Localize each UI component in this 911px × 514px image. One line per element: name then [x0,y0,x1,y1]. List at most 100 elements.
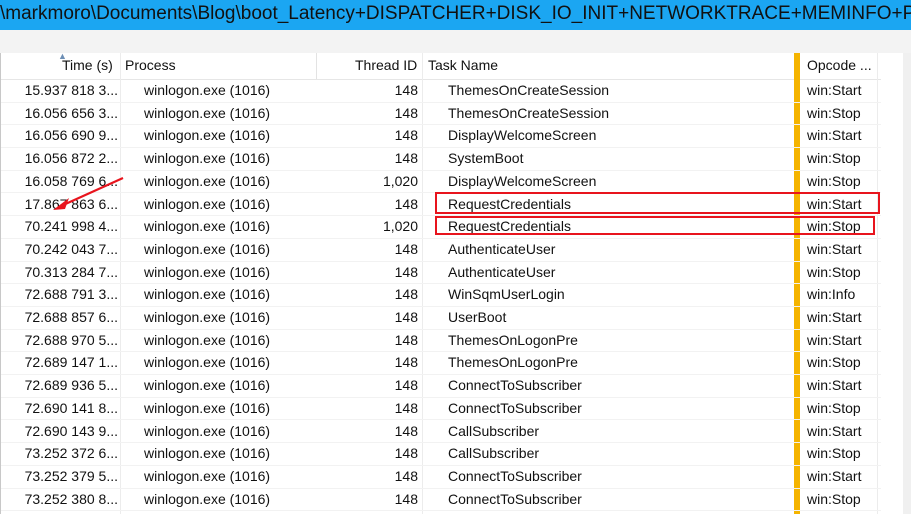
table-row[interactable]: 70.242 043 7... winlogon.exe (1016) 148 Aut… [1,238,881,262]
cell-time: 70.241 998 4... [24,218,118,235]
cell-opcode: win:Info [807,286,856,303]
table-row[interactable]: 72.689 147 1... winlogon.exe (1016) 148 The… [1,351,881,376]
column-header-task-name[interactable]: Task Name [428,57,498,73]
cell-time: 72.689 936 5... [24,377,118,394]
table-row[interactable]: 16.056 690 9... winlogon.exe (1016) 148 Dis… [1,124,881,149]
table-row[interactable]: 72.690 143 9... winlogon.exe (1016) 148 Cal… [1,420,881,444]
cell-task-name: WinSqmUserLogin [448,286,565,303]
events-table[interactable]: ▲ Time (s) Process Thread ID Task Name O… [0,51,911,514]
cell-process: winlogon.exe (1016) [144,82,271,98]
cell-task-name: SystemBoot [448,150,524,167]
cell-thread-id: 148 [394,490,418,507]
vertical-scrollbar[interactable] [903,53,911,514]
cell-thread-id: 148 [394,309,418,325]
cell-process: winlogon.exe (1016) [144,218,271,235]
cell-thread-id: 148 [394,286,418,303]
cell-thread-id: 148 [394,377,418,394]
cell-thread-id: 148 [394,150,418,167]
table-row[interactable]: 72.689 936 5... winlogon.exe (1016) 148 Con… [1,374,881,398]
cell-opcode: win:Start [807,127,862,144]
column-header-opcode[interactable]: Opcode ... [807,57,872,73]
cell-task-name: ConnectToSubscriber [448,399,582,416]
table-row[interactable]: 16.058 769 6... winlogon.exe (1016) 1,020 D… [1,170,881,194]
table-row[interactable]: 15.937 818 3... winlogon.exe (1016) 148 The… [1,79,881,103]
cell-opcode: win:Start [807,240,862,257]
annotation-arrow-icon [53,176,124,210]
cell-task-name: AuthenticateUser [448,240,556,257]
cell-task-name: ConnectToSubscriber [448,377,582,394]
cell-time: 72.690 141 8... [24,399,118,416]
cell-task-name: ConnectToSubscriber [448,490,582,507]
annotation-box-start [435,192,880,214]
cell-time: 73.252 380 8... [24,490,118,507]
cell-process: winlogon.exe (1016) [144,354,271,371]
cell-process: winlogon.exe (1016) [144,467,271,484]
cell-opcode: win:Start [807,82,862,98]
cell-opcode: win:Start [807,309,862,325]
cell-thread-id: 148 [394,422,418,439]
cell-task-name: ThemesOnCreateSession [448,82,610,98]
table-row[interactable]: 72.688 970 5... winlogon.exe (1016) 148 The… [1,329,881,353]
table-row[interactable]: 73.252 372 6... winlogon.exe (1016) 148 Cal… [1,442,881,466]
cell-task-name: DisplayWelcomeScreen [448,127,597,144]
cell-thread-id: 1,020 [382,218,418,235]
cell-opcode: win:Start [807,422,862,439]
window-title: \markmoro\Documents\Blog\boot_Latency+DI… [0,3,911,24]
table-row[interactable]: 72.688 791 3... winlogon.exe (1016) 148 Win… [1,283,881,307]
cell-task-name: ThemesOnLogonPre [448,354,578,371]
cell-time: 72.688 791 3... [24,286,118,303]
cell-time: 16.056 690 9... [24,127,118,144]
column-header-thread-id[interactable]: Thread ID [355,57,417,73]
cell-opcode: win:Stop [807,354,861,371]
cell-time: 70.313 284 7... [24,263,118,280]
cell-process: winlogon.exe (1016) [144,490,271,507]
cell-opcode: win:Stop [807,445,861,462]
cell-process: winlogon.exe (1016) [144,263,271,280]
window-title-bar: \markmoro\Documents\Blog\boot_Latency+DI… [0,0,911,30]
cell-task-name: DisplayWelcomeScreen [448,172,597,189]
table-row[interactable]: 70.313 284 7... winlogon.exe (1016) 148 Aut… [1,261,881,285]
table-row[interactable]: 73.252 380 8... winlogon.exe (1016) 148 Con… [1,488,881,512]
cell-time: 72.689 147 1... [24,354,118,371]
cell-thread-id: 1,020 [382,172,418,189]
table-row[interactable]: 73.252 379 5... winlogon.exe (1016) 148 Con… [1,465,881,489]
cell-process: winlogon.exe (1016) [144,422,271,439]
cell-thread-id: 148 [394,331,418,348]
cell-thread-id: 148 [394,399,418,416]
column-header-process[interactable]: Process [125,57,176,73]
cell-thread-id: 148 [394,467,418,484]
table-header: ▲ Time (s) Process Thread ID Task Name O… [1,51,881,80]
annotation-box-stop [435,216,875,235]
column-header-time[interactable]: Time (s) [62,57,113,73]
table-row[interactable]: 72.690 141 8... winlogon.exe (1016) 148 Con… [1,397,881,421]
cell-opcode: win:Stop [807,263,861,280]
cell-process: winlogon.exe (1016) [144,127,271,144]
cell-process: winlogon.exe (1016) [144,172,271,189]
cell-task-name: ThemesOnLogonPre [448,331,578,348]
table-row[interactable]: 16.056 656 3... winlogon.exe (1016) 148 The… [1,102,881,126]
cell-process: winlogon.exe (1016) [144,445,271,462]
cell-process: winlogon.exe (1016) [144,331,271,348]
cell-task-name: CallSubscriber [448,445,540,462]
table-row[interactable]: 72.688 857 6... winlogon.exe (1016) 148 Use… [1,306,881,330]
cell-process: winlogon.exe (1016) [144,104,271,121]
cell-opcode: win:Stop [807,172,861,189]
cell-time: 73.252 372 6... [24,445,118,462]
column-divider[interactable] [316,53,317,79]
table-row[interactable]: 16.056 872 2... winlogon.exe (1016) 148 Sys… [1,147,881,171]
cell-time: 16.056 656 3... [24,104,118,121]
cell-time: 15.937 818 3... [24,82,118,98]
cell-thread-id: 148 [394,104,418,121]
cell-task-name: ConnectToSubscriber [448,467,582,484]
cell-thread-id: 148 [394,354,418,371]
cell-opcode: win:Stop [807,150,861,167]
cell-process: winlogon.exe (1016) [144,286,271,303]
cell-thread-id: 148 [394,240,418,257]
cell-process: winlogon.exe (1016) [144,150,271,167]
cell-thread-id: 148 [394,82,418,98]
cell-time: 72.688 970 5... [24,331,118,348]
cell-process: winlogon.exe (1016) [144,240,271,257]
cell-process: winlogon.exe (1016) [144,377,271,394]
cell-thread-id: 148 [394,263,418,280]
cell-task-name: CallSubscriber [448,422,540,439]
